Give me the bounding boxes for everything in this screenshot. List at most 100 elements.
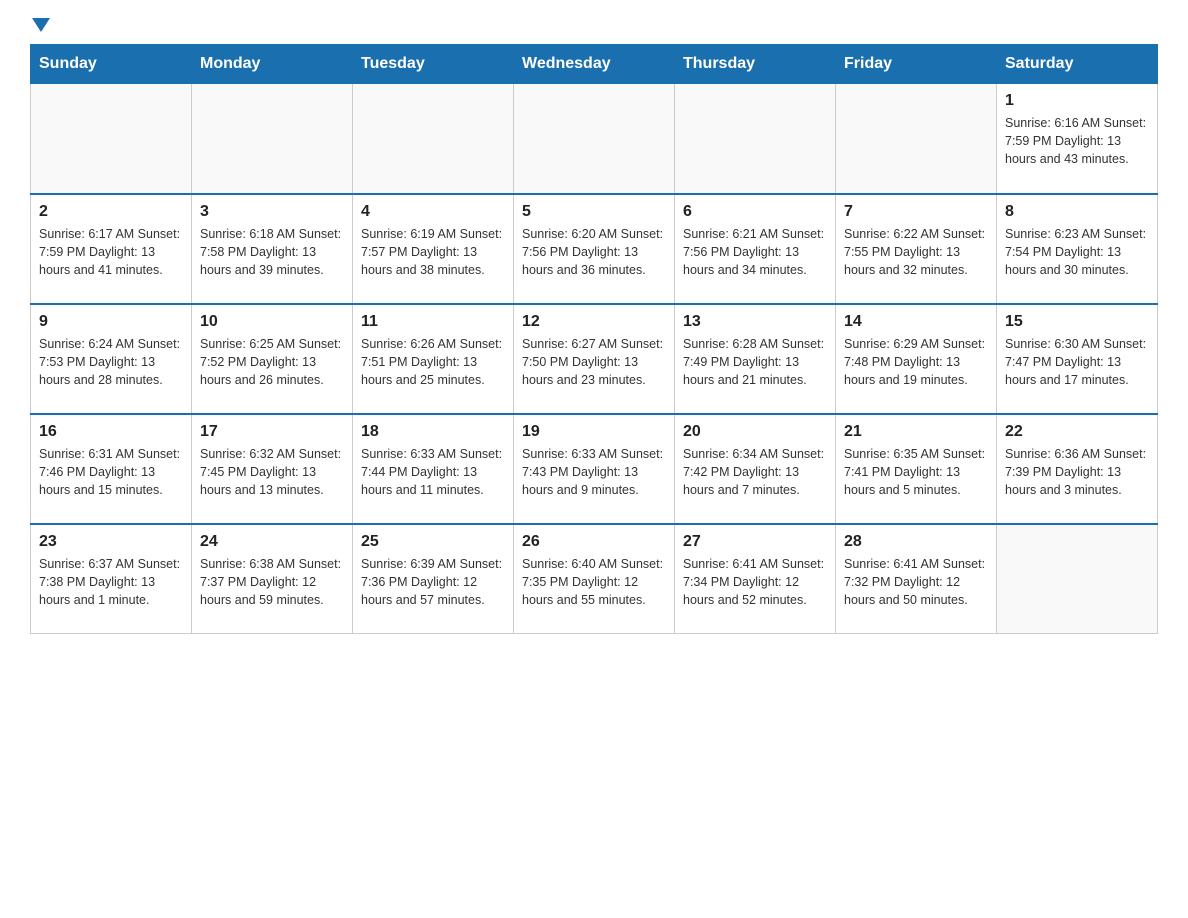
day-number: 17 bbox=[200, 423, 344, 441]
day-number: 13 bbox=[683, 313, 827, 331]
calendar-cell: 5 Sunrise: 6:20 AM Sunset: 7:56 PM Daylig… bbox=[514, 194, 675, 304]
calendar-cell: 7 Sunrise: 6:22 AM Sunset: 7:55 PM Daylig… bbox=[836, 194, 997, 304]
calendar-cell bbox=[31, 84, 192, 194]
day-number: 6 bbox=[683, 203, 827, 221]
day-number: 5 bbox=[522, 203, 666, 221]
calendar-cell: 26 Sunrise: 6:40 AM Sunset: 7:35 PM Dayli… bbox=[514, 524, 675, 634]
calendar-cell: 14 Sunrise: 6:29 AM Sunset: 7:48 PM Dayli… bbox=[836, 304, 997, 414]
day-info: Sunrise: 6:22 AM Sunset: 7:55 PM Dayligh… bbox=[844, 225, 988, 279]
calendar-cell: 28 Sunrise: 6:41 AM Sunset: 7:32 PM Dayli… bbox=[836, 524, 997, 634]
calendar-cell: 23 Sunrise: 6:37 AM Sunset: 7:38 PM Dayli… bbox=[31, 524, 192, 634]
weekday-header-friday: Friday bbox=[836, 45, 997, 84]
day-number: 21 bbox=[844, 423, 988, 441]
day-number: 8 bbox=[1005, 203, 1149, 221]
day-number: 12 bbox=[522, 313, 666, 331]
day-number: 24 bbox=[200, 533, 344, 551]
day-info: Sunrise: 6:23 AM Sunset: 7:54 PM Dayligh… bbox=[1005, 225, 1149, 279]
day-info: Sunrise: 6:19 AM Sunset: 7:57 PM Dayligh… bbox=[361, 225, 505, 279]
day-info: Sunrise: 6:40 AM Sunset: 7:35 PM Dayligh… bbox=[522, 555, 666, 609]
day-info: Sunrise: 6:38 AM Sunset: 7:37 PM Dayligh… bbox=[200, 555, 344, 609]
calendar-table: SundayMondayTuesdayWednesdayThursdayFrid… bbox=[30, 44, 1158, 634]
calendar-cell: 11 Sunrise: 6:26 AM Sunset: 7:51 PM Dayli… bbox=[353, 304, 514, 414]
day-number: 4 bbox=[361, 203, 505, 221]
day-info: Sunrise: 6:31 AM Sunset: 7:46 PM Dayligh… bbox=[39, 445, 183, 499]
day-info: Sunrise: 6:33 AM Sunset: 7:44 PM Dayligh… bbox=[361, 445, 505, 499]
calendar-cell bbox=[192, 84, 353, 194]
day-number: 28 bbox=[844, 533, 988, 551]
day-info: Sunrise: 6:16 AM Sunset: 7:59 PM Dayligh… bbox=[1005, 114, 1149, 168]
day-number: 23 bbox=[39, 533, 183, 551]
day-number: 9 bbox=[39, 313, 183, 331]
logo bbox=[30, 20, 50, 34]
calendar-cell: 12 Sunrise: 6:27 AM Sunset: 7:50 PM Dayli… bbox=[514, 304, 675, 414]
day-info: Sunrise: 6:26 AM Sunset: 7:51 PM Dayligh… bbox=[361, 335, 505, 389]
day-number: 18 bbox=[361, 423, 505, 441]
calendar-cell: 27 Sunrise: 6:41 AM Sunset: 7:34 PM Dayli… bbox=[675, 524, 836, 634]
calendar-cell: 4 Sunrise: 6:19 AM Sunset: 7:57 PM Daylig… bbox=[353, 194, 514, 304]
weekday-header-saturday: Saturday bbox=[997, 45, 1158, 84]
day-info: Sunrise: 6:32 AM Sunset: 7:45 PM Dayligh… bbox=[200, 445, 344, 499]
day-number: 10 bbox=[200, 313, 344, 331]
day-info: Sunrise: 6:21 AM Sunset: 7:56 PM Dayligh… bbox=[683, 225, 827, 279]
calendar-cell: 24 Sunrise: 6:38 AM Sunset: 7:37 PM Dayli… bbox=[192, 524, 353, 634]
day-info: Sunrise: 6:34 AM Sunset: 7:42 PM Dayligh… bbox=[683, 445, 827, 499]
day-number: 11 bbox=[361, 313, 505, 331]
day-number: 22 bbox=[1005, 423, 1149, 441]
day-info: Sunrise: 6:20 AM Sunset: 7:56 PM Dayligh… bbox=[522, 225, 666, 279]
weekday-header-monday: Monday bbox=[192, 45, 353, 84]
day-info: Sunrise: 6:33 AM Sunset: 7:43 PM Dayligh… bbox=[522, 445, 666, 499]
day-number: 20 bbox=[683, 423, 827, 441]
day-number: 14 bbox=[844, 313, 988, 331]
calendar-cell: 13 Sunrise: 6:28 AM Sunset: 7:49 PM Dayli… bbox=[675, 304, 836, 414]
day-info: Sunrise: 6:39 AM Sunset: 7:36 PM Dayligh… bbox=[361, 555, 505, 609]
day-info: Sunrise: 6:29 AM Sunset: 7:48 PM Dayligh… bbox=[844, 335, 988, 389]
day-info: Sunrise: 6:36 AM Sunset: 7:39 PM Dayligh… bbox=[1005, 445, 1149, 499]
weekday-header-tuesday: Tuesday bbox=[353, 45, 514, 84]
day-info: Sunrise: 6:30 AM Sunset: 7:47 PM Dayligh… bbox=[1005, 335, 1149, 389]
calendar-cell: 1 Sunrise: 6:16 AM Sunset: 7:59 PM Daylig… bbox=[997, 84, 1158, 194]
day-info: Sunrise: 6:25 AM Sunset: 7:52 PM Dayligh… bbox=[200, 335, 344, 389]
day-info: Sunrise: 6:17 AM Sunset: 7:59 PM Dayligh… bbox=[39, 225, 183, 279]
day-number: 27 bbox=[683, 533, 827, 551]
calendar-cell: 17 Sunrise: 6:32 AM Sunset: 7:45 PM Dayli… bbox=[192, 414, 353, 524]
weekday-header-wednesday: Wednesday bbox=[514, 45, 675, 84]
calendar-cell bbox=[514, 84, 675, 194]
weekday-header-sunday: Sunday bbox=[31, 45, 192, 84]
page-header bbox=[30, 20, 1158, 34]
calendar-cell: 2 Sunrise: 6:17 AM Sunset: 7:59 PM Daylig… bbox=[31, 194, 192, 304]
day-info: Sunrise: 6:41 AM Sunset: 7:34 PM Dayligh… bbox=[683, 555, 827, 609]
calendar-cell: 9Sunrise: 6:24 AM Sunset: 7:53 PM Daylig… bbox=[31, 304, 192, 414]
day-info: Sunrise: 6:28 AM Sunset: 7:49 PM Dayligh… bbox=[683, 335, 827, 389]
calendar-cell: 10 Sunrise: 6:25 AM Sunset: 7:52 PM Dayli… bbox=[192, 304, 353, 414]
day-number: 1 bbox=[1005, 92, 1149, 110]
calendar-cell: 16 Sunrise: 6:31 AM Sunset: 7:46 PM Dayli… bbox=[31, 414, 192, 524]
day-number: 25 bbox=[361, 533, 505, 551]
calendar-cell bbox=[675, 84, 836, 194]
day-number: 2 bbox=[39, 203, 183, 221]
calendar-cell: 3 Sunrise: 6:18 AM Sunset: 7:58 PM Daylig… bbox=[192, 194, 353, 304]
calendar-cell: 25 Sunrise: 6:39 AM Sunset: 7:36 PM Dayli… bbox=[353, 524, 514, 634]
day-number: 19 bbox=[522, 423, 666, 441]
day-info: Sunrise: 6:37 AM Sunset: 7:38 PM Dayligh… bbox=[39, 555, 183, 609]
calendar-cell: 21 Sunrise: 6:35 AM Sunset: 7:41 PM Dayli… bbox=[836, 414, 997, 524]
day-number: 15 bbox=[1005, 313, 1149, 331]
calendar-cell: 22 Sunrise: 6:36 AM Sunset: 7:39 PM Dayli… bbox=[997, 414, 1158, 524]
day-number: 26 bbox=[522, 533, 666, 551]
day-number: 16 bbox=[39, 423, 183, 441]
calendar-cell: 15 Sunrise: 6:30 AM Sunset: 7:47 PM Dayli… bbox=[997, 304, 1158, 414]
day-number: 7 bbox=[844, 203, 988, 221]
calendar-cell: 19 Sunrise: 6:33 AM Sunset: 7:43 PM Dayli… bbox=[514, 414, 675, 524]
calendar-cell bbox=[997, 524, 1158, 634]
calendar-cell bbox=[836, 84, 997, 194]
weekday-header-thursday: Thursday bbox=[675, 45, 836, 84]
day-info: Sunrise: 6:41 AM Sunset: 7:32 PM Dayligh… bbox=[844, 555, 988, 609]
day-info: Sunrise: 6:35 AM Sunset: 7:41 PM Dayligh… bbox=[844, 445, 988, 499]
logo-triangle-icon bbox=[32, 18, 50, 32]
day-info: Sunrise: 6:27 AM Sunset: 7:50 PM Dayligh… bbox=[522, 335, 666, 389]
calendar-cell bbox=[353, 84, 514, 194]
day-number: 3 bbox=[200, 203, 344, 221]
calendar-cell: 18 Sunrise: 6:33 AM Sunset: 7:44 PM Dayli… bbox=[353, 414, 514, 524]
calendar-cell: 6 Sunrise: 6:21 AM Sunset: 7:56 PM Daylig… bbox=[675, 194, 836, 304]
day-info: Sunrise: 6:18 AM Sunset: 7:58 PM Dayligh… bbox=[200, 225, 344, 279]
calendar-cell: 8 Sunrise: 6:23 AM Sunset: 7:54 PM Daylig… bbox=[997, 194, 1158, 304]
